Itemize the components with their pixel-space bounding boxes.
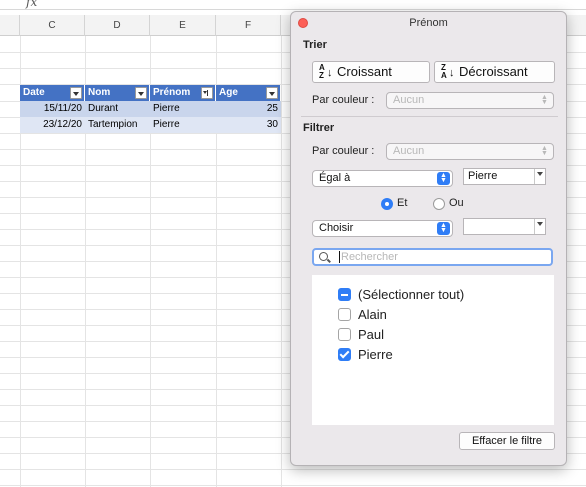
condition2-select[interactable]: Choisir ▲ ▼ <box>312 220 453 237</box>
updown-chevron-icon: ▲ ▼ <box>437 222 450 235</box>
and-radio[interactable] <box>381 198 393 210</box>
filter-active-icon[interactable] <box>201 87 213 99</box>
table-cell-date[interactable]: 23/12/20 <box>20 117 85 133</box>
list-item-label: Pierre <box>358 347 393 362</box>
table-cell-prenom[interactable]: Pierre <box>150 117 216 133</box>
filter-by-color-select[interactable]: Aucun ▲ ▼ <box>386 143 554 160</box>
dropdown-triangle-icon[interactable] <box>537 222 543 226</box>
popover-title: Prénom <box>409 17 448 29</box>
checkbox-checked[interactable] <box>338 348 351 361</box>
condition2-value: Choisir <box>319 222 354 234</box>
filter-dropdown-icon[interactable] <box>70 87 82 99</box>
search-icon <box>319 252 328 261</box>
updown-chevron-icon: ▲ ▼ <box>541 94 548 106</box>
dropdown-triangle-icon[interactable] <box>537 172 543 176</box>
sort-by-color-value: Aucun <box>393 94 425 106</box>
text-caret <box>339 251 340 263</box>
table-header-label: Nom <box>88 87 111 98</box>
checkbox[interactable] <box>338 308 351 321</box>
table-header-nom: Nom <box>85 85 150 101</box>
column-header-c[interactable]: C <box>20 15 85 36</box>
sort-ascending-label: Croissant <box>337 64 392 79</box>
list-item-label: (Sélectionner tout) <box>358 287 465 302</box>
table-cell-age[interactable]: 25 <box>216 101 281 117</box>
filter-section-title: Filtrer <box>303 122 335 134</box>
sort-ascending-button[interactable]: A Z ↓ Croissant <box>312 61 430 83</box>
sort-by-color-label: Par couleur : <box>312 94 375 106</box>
table-cell-age[interactable]: 30 <box>216 117 281 133</box>
table-header-label: Prénom <box>153 87 191 98</box>
search-input[interactable] <box>341 250 541 264</box>
column-header-d[interactable]: D <box>85 15 150 36</box>
list-item-label: Paul <box>358 327 385 342</box>
filter-dropdown-icon[interactable] <box>266 87 278 99</box>
divider <box>301 116 558 117</box>
value-list[interactable]: (Sélectionner tout) Alain Paul Pierre <box>312 275 554 425</box>
table-row[interactable]: 23/12/20 Tartempion Pierre 30 <box>20 117 281 133</box>
list-item-label: Alain <box>358 307 387 322</box>
filter-by-color-label: Par couleur : <box>312 145 375 157</box>
checkbox[interactable] <box>338 328 351 341</box>
table-cell-date[interactable]: 15/11/20 <box>20 101 85 117</box>
table-cell-nom[interactable]: Tartempion <box>85 117 150 133</box>
clear-filter-button[interactable]: Effacer le filtre <box>459 432 555 450</box>
value2-combobox[interactable] <box>463 218 546 235</box>
filter-popover: Prénom Trier A Z ↓ Croissant Z A ↓ Décro… <box>290 11 567 466</box>
filter-dropdown-icon[interactable] <box>135 87 147 99</box>
table-cell-nom[interactable]: Durant <box>85 101 150 117</box>
fx-icon: fx <box>26 0 38 9</box>
or-radio[interactable] <box>433 198 445 210</box>
table-row[interactable]: 15/11/20 Durant Pierre 25 <box>20 101 281 117</box>
table-header-label: Age <box>219 87 238 98</box>
updown-chevron-icon: ▲ ▼ <box>541 145 548 157</box>
table-header-date: Date <box>20 85 85 101</box>
sort-section-title: Trier <box>303 39 327 51</box>
sort-ascending-icon: A Z ↓ <box>319 63 333 80</box>
filter-by-color-value: Aucun <box>393 145 425 157</box>
value1-combobox[interactable]: Pierre <box>463 168 546 185</box>
checkbox-mixed[interactable] <box>338 288 351 301</box>
column-header-e[interactable]: E <box>150 15 216 36</box>
and-label: Et <box>397 197 408 209</box>
table-header-prenom: Prénom <box>150 85 216 101</box>
condition1-select[interactable]: Égal à ▲ ▼ <box>312 170 453 187</box>
search-field[interactable] <box>312 248 553 266</box>
formula-bar: fx <box>0 0 586 10</box>
sort-descending-button[interactable]: Z A ↓ Décroissant <box>434 61 555 83</box>
column-header-f[interactable]: F <box>216 15 281 36</box>
table-header-age: Age <box>216 85 281 101</box>
table-header-label: Date <box>23 87 45 98</box>
sort-by-color-select[interactable]: Aucun ▲ ▼ <box>386 92 554 109</box>
value1-text[interactable]: Pierre <box>468 170 497 182</box>
or-label: Ou <box>449 197 464 209</box>
updown-chevron-icon: ▲ ▼ <box>437 172 450 185</box>
table-cell-prenom[interactable]: Pierre <box>150 101 216 117</box>
condition1-value: Égal à <box>319 172 351 184</box>
sort-descending-icon: Z A ↓ <box>441 63 455 80</box>
row-corner[interactable] <box>0 15 20 36</box>
sort-descending-label: Décroissant <box>459 64 528 79</box>
close-icon[interactable] <box>298 18 308 28</box>
